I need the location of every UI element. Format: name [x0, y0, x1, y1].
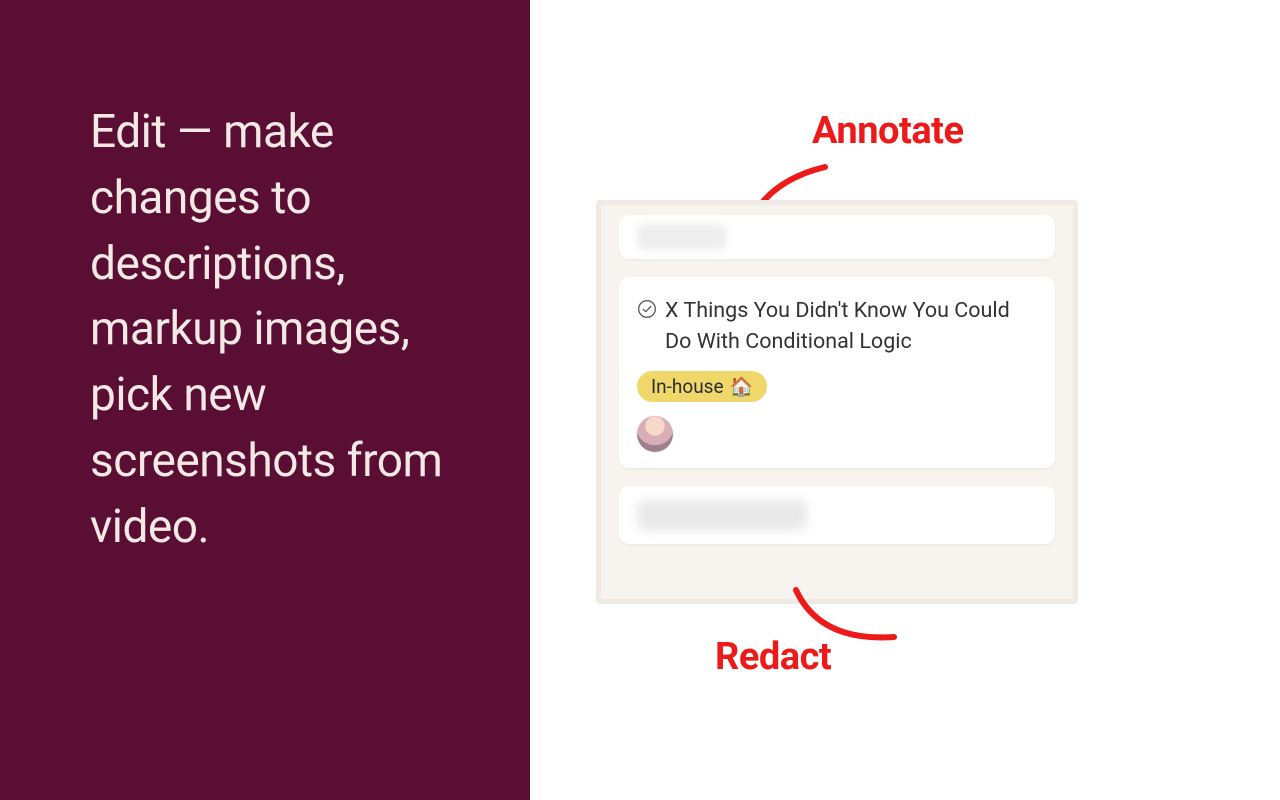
annotate-label: Annotate [812, 109, 964, 153]
redacted-card-top [619, 215, 1055, 259]
redact-label: Redact [715, 635, 831, 679]
check-circle-icon [637, 299, 657, 319]
task-card-title: X Things You Didn't Know You Could Do Wi… [665, 295, 1037, 357]
task-card-title-row: X Things You Didn't Know You Could Do Wi… [637, 295, 1037, 357]
redacted-card-bottom [619, 486, 1055, 544]
screenshot-preview-frame: X Things You Didn't Know You Could Do Wi… [596, 200, 1078, 604]
task-card: X Things You Didn't Know You Could Do Wi… [619, 277, 1055, 468]
house-icon: 🏠 [730, 375, 754, 398]
left-description-text: Edit — make changes to descriptions, mar… [90, 100, 464, 560]
assignee-avatar [637, 416, 673, 452]
task-tag-text: In-house [651, 375, 724, 398]
redacted-blur-top [637, 224, 727, 250]
redacted-blur-bottom [637, 500, 807, 530]
right-panel: Annotate X Things You Didn't Know You Co… [530, 0, 1280, 800]
task-tag: In-house 🏠 [637, 371, 767, 402]
page-root: Edit — make changes to descriptions, mar… [0, 0, 1280, 800]
left-panel: Edit — make changes to descriptions, mar… [0, 0, 530, 800]
